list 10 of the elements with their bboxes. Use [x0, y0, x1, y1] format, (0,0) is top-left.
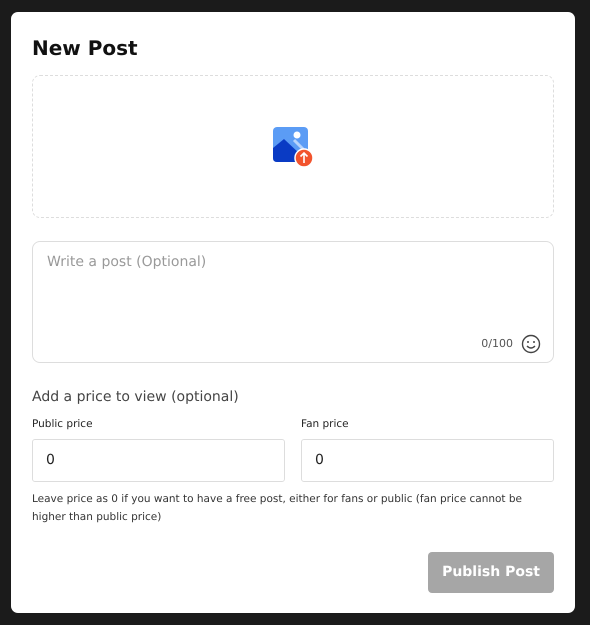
price-field[interactable]: 0: [301, 438, 554, 482]
price-field[interactable]: 0: [32, 438, 285, 482]
dialog-title: New Post: [32, 36, 139, 60]
image-upload-icon: [272, 126, 314, 168]
field-label: Fan price: [301, 417, 350, 432]
emoji-icon[interactable]: [521, 334, 541, 354]
price-hint: Leave price as 0 if you want to have a free post, either for fans or public (fan price cannot be higher than public price): [32, 492, 524, 525]
section-heading: Add a price to view (optional): [32, 388, 240, 407]
character-counter: 0/100: [481, 336, 513, 352]
field-label: Public price: [32, 417, 94, 432]
